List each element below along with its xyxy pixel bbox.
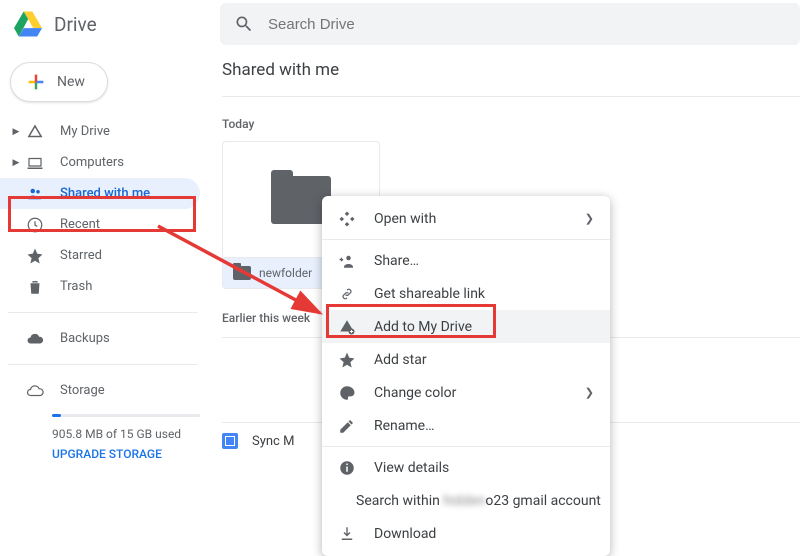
sidebar-item-label: Storage [60, 383, 105, 398]
sidebar-item-storage[interactable]: Storage [0, 375, 200, 406]
trash-icon [26, 278, 44, 296]
sidebar-item-label: Starred [60, 248, 102, 263]
ctx-view-details[interactable]: View details [322, 451, 610, 484]
drive-logo-icon [14, 10, 42, 38]
storage-text: 905.8 MB of 15 GB used [52, 427, 200, 441]
search-bar[interactable] [220, 3, 800, 45]
folder-name: newfolder [259, 266, 312, 280]
cloud-icon [26, 330, 44, 348]
storage-bar [52, 414, 200, 417]
sidebar-item-label: Trash [60, 279, 92, 294]
ctx-search-label: Search within hiddeno23 gmail account [356, 493, 601, 509]
people-icon [26, 185, 44, 203]
star-icon [338, 351, 356, 369]
logo-area[interactable]: Drive [0, 10, 220, 38]
upgrade-storage-link[interactable]: UPGRADE STORAGE [52, 447, 200, 461]
chevron-right-icon: ❯ [585, 386, 594, 399]
link-icon [338, 285, 356, 303]
sidebar-item-label: My Drive [60, 124, 110, 139]
computers-icon [26, 154, 44, 172]
app-name: Drive [54, 13, 97, 36]
sidebar-item-trash[interactable]: Trash [0, 271, 200, 302]
clock-icon [26, 216, 44, 234]
sidebar-item-label: Recent [60, 217, 100, 232]
new-button[interactable]: New [10, 62, 108, 102]
open-with-icon [338, 210, 356, 228]
ctx-open-with[interactable]: Open with ❯ [322, 202, 610, 235]
new-button-label: New [57, 74, 85, 90]
sidebar-item-label: Computers [60, 155, 124, 170]
sidebar-item-label: Shared with me [60, 186, 150, 201]
sidebar-item-my-drive[interactable]: ▶ My Drive [0, 116, 200, 147]
sidebar-item-recent[interactable]: Recent [0, 209, 200, 240]
ctx-add-star[interactable]: Add star [322, 343, 610, 376]
search-input[interactable] [268, 16, 786, 33]
folder-mini-icon [233, 266, 251, 280]
ctx-change-color[interactable]: Change color ❯ [322, 376, 610, 409]
info-icon [338, 459, 356, 477]
sidebar: New ▶ My Drive ▶ Computers Shared with m… [0, 48, 200, 516]
rename-icon [338, 417, 356, 435]
sidebar-item-computers[interactable]: ▶ Computers [0, 147, 200, 178]
cloud-outline-icon [26, 382, 44, 400]
ctx-share[interactable]: Share… [322, 244, 610, 277]
chevron-right-icon: ❯ [585, 212, 594, 225]
download-icon [338, 525, 356, 543]
sidebar-item-backups[interactable]: Backups [0, 323, 200, 354]
page-title: Shared with me [222, 48, 800, 97]
ctx-search-within[interactable]: Search within hiddeno23 gmail account [322, 484, 610, 517]
sidebar-item-starred[interactable]: Starred [0, 240, 200, 271]
star-icon [26, 247, 44, 265]
header: Drive [0, 0, 800, 48]
caret-icon[interactable]: ▶ [10, 158, 22, 168]
context-menu: Open with ❯ Share… Get shareable link Ad… [322, 196, 610, 556]
sidebar-item-label: Backups [60, 331, 110, 346]
ctx-download[interactable]: Download [322, 517, 610, 550]
plus-icon [25, 71, 47, 93]
sidebar-item-shared-with-me[interactable]: Shared with me [0, 178, 200, 209]
drive-add-icon [338, 318, 356, 336]
palette-icon [338, 384, 356, 402]
search-icon [234, 14, 254, 34]
person-add-icon [338, 252, 356, 270]
section-today: Today [222, 117, 800, 131]
ctx-get-link[interactable]: Get shareable link [322, 277, 610, 310]
docs-icon [222, 433, 238, 449]
ctx-rename[interactable]: Rename… [322, 409, 610, 442]
my-drive-icon [26, 123, 44, 141]
caret-icon[interactable]: ▶ [10, 127, 22, 137]
ctx-add-to-drive[interactable]: Add to My Drive [322, 310, 610, 343]
file-name: Sync M [252, 434, 294, 449]
